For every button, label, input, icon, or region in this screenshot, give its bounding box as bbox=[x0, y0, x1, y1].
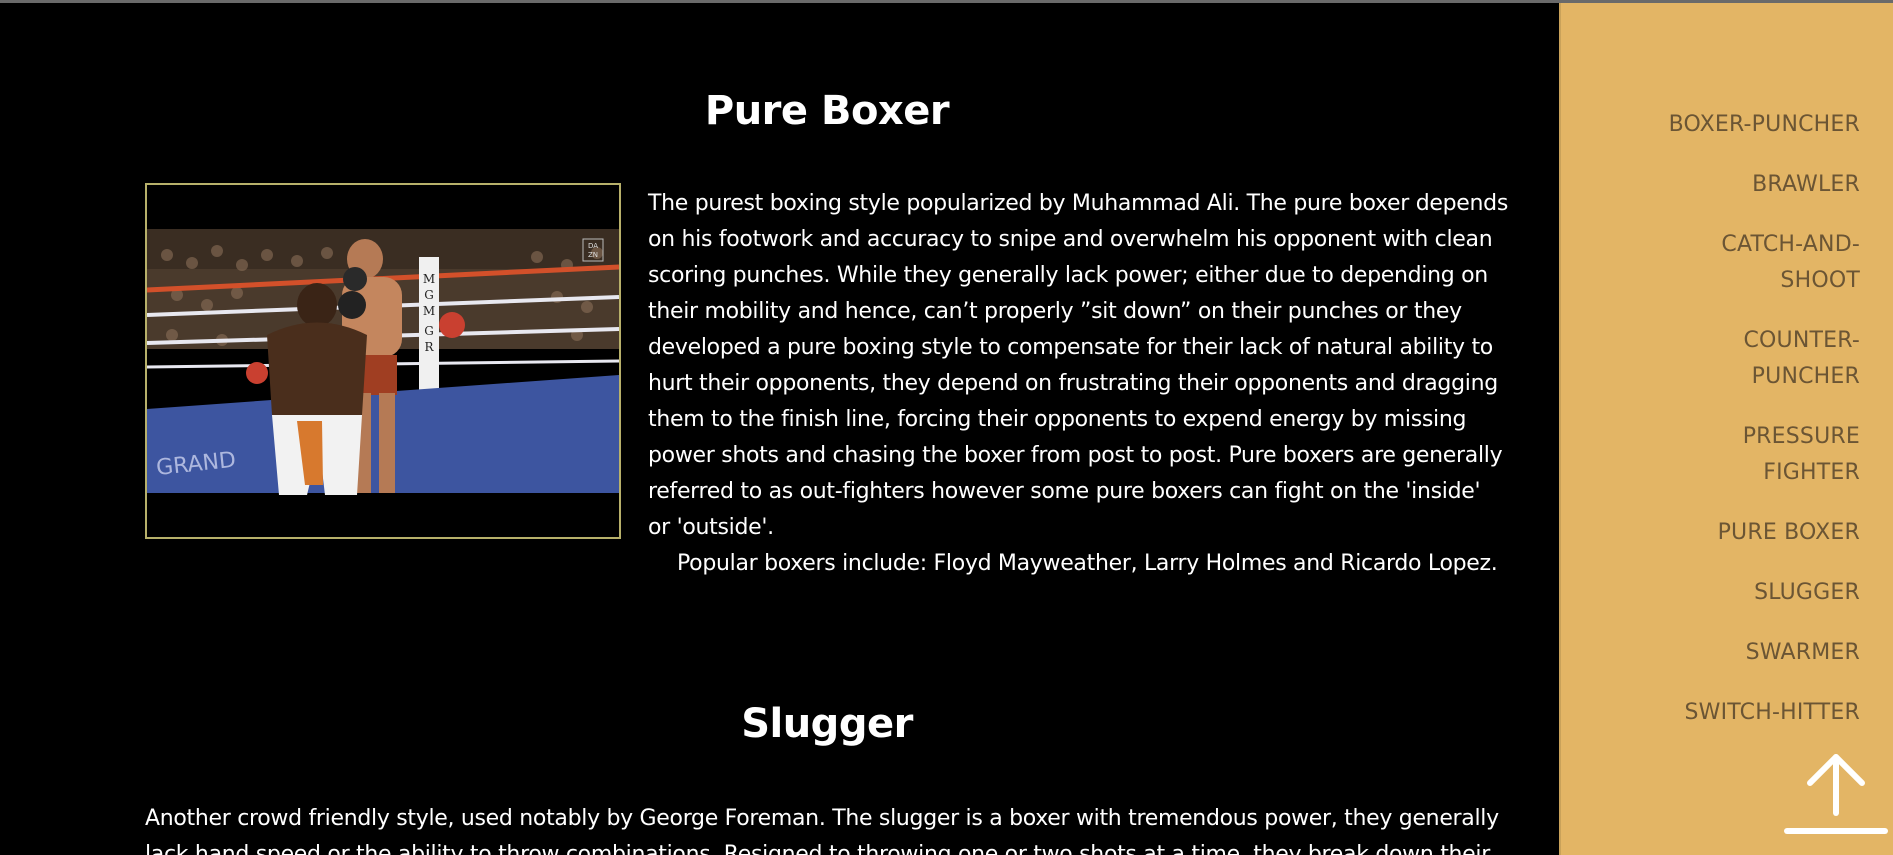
nav-item-catch-and-shoot[interactable]: CATCH-AND- SHOOT bbox=[1640, 227, 1860, 299]
svg-text:G: G bbox=[424, 288, 434, 302]
pure-boxer-popular: Popular boxers include: Floyd Mayweather… bbox=[677, 551, 1498, 576]
section-title-slugger: Slugger bbox=[741, 701, 913, 747]
pure-boxer-description: The purest boxing style popularized by M… bbox=[648, 191, 1508, 540]
section-title-pure-boxer: Pure Boxer bbox=[704, 88, 950, 134]
svg-text:ZN: ZN bbox=[588, 251, 598, 259]
nav-item-swarmer[interactable]: SWARMER bbox=[1640, 635, 1860, 671]
style-nav-list: BOXER-PUNCHER BRAWLER CATCH-AND- SHOOT CO… bbox=[1640, 107, 1860, 755]
nav-item-brawler[interactable]: BRAWLER bbox=[1640, 167, 1860, 203]
nav-item-pressure-fighter[interactable]: PRESSURE FIGHTER bbox=[1640, 419, 1860, 491]
main-content: Pure Boxer M G M G R GRAND DA ZN The pur… bbox=[0, 3, 1559, 855]
svg-text:R: R bbox=[424, 340, 434, 354]
nav-item-counter-puncher[interactable]: COUNTER- PUNCHER bbox=[1640, 323, 1860, 395]
nav-item-boxer-puncher[interactable]: BOXER-PUNCHER bbox=[1640, 107, 1860, 143]
slugger-description: Another crowd friendly style, used notab… bbox=[145, 806, 1499, 855]
svg-text:G: G bbox=[424, 324, 434, 338]
style-nav-sidebar: BOXER-PUNCHER BRAWLER CATCH-AND- SHOOT CO… bbox=[1559, 3, 1893, 855]
nav-item-switch-hitter[interactable]: SWITCH-HITTER bbox=[1640, 695, 1860, 731]
post-text-m: M bbox=[423, 272, 435, 286]
boxing-match-thumbnail: M G M G R GRAND DA ZN bbox=[147, 185, 619, 537]
nav-item-pure-boxer[interactable]: PURE BOXER bbox=[1640, 515, 1860, 551]
arrow-up-icon[interactable] bbox=[1783, 751, 1889, 837]
video-watermark: DA bbox=[588, 242, 598, 250]
nav-item-slugger[interactable]: SLUGGER bbox=[1640, 575, 1860, 611]
pure-boxer-video[interactable]: M G M G R GRAND DA ZN bbox=[145, 183, 621, 539]
svg-text:M: M bbox=[423, 304, 435, 318]
